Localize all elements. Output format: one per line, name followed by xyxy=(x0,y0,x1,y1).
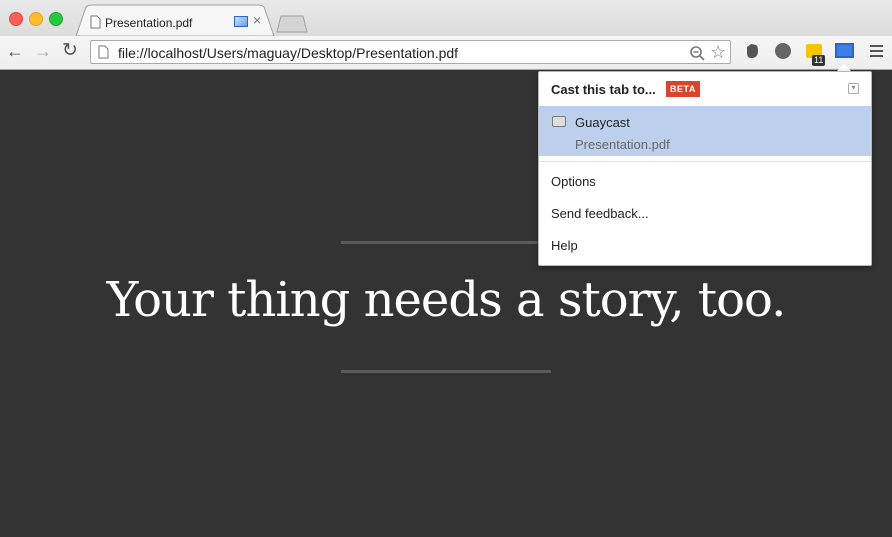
divider-bottom xyxy=(341,370,551,373)
zoom-icon[interactable] xyxy=(689,45,705,61)
cast-device-guaycast[interactable]: Guaycast Presentation.pdf xyxy=(539,106,871,156)
send-feedback-menu-item[interactable]: Send feedback... xyxy=(551,206,649,221)
help-menu-item[interactable]: Help xyxy=(551,238,578,253)
evernote-extension-icon[interactable] xyxy=(744,43,760,59)
back-button[interactable]: ← xyxy=(6,41,24,61)
extension-badge: 11 xyxy=(812,55,826,66)
file-icon xyxy=(98,45,109,59)
tab-title: Presentation.pdf xyxy=(105,16,193,30)
bookmark-star-icon[interactable]: ☆ xyxy=(710,42,726,63)
collapse-icon[interactable]: ▾ xyxy=(848,83,859,94)
tab-close-icon[interactable]: × xyxy=(253,12,261,28)
tab-casting-icon xyxy=(234,16,248,27)
popup-title: Cast this tab to... xyxy=(551,82,656,97)
cast-extension-icon[interactable] xyxy=(835,43,854,58)
tab-strip: Presentation.pdf × xyxy=(0,0,892,36)
address-bar[interactable]: file://localhost/Users/maguay/Desktop/Pr… xyxy=(90,40,731,64)
cast-popup: Cast this tab to... BETA ▾ Guaycast Pres… xyxy=(538,71,872,266)
reload-button[interactable]: ↻ xyxy=(62,41,78,61)
device-name: Guaycast xyxy=(575,115,630,130)
beta-badge: BETA xyxy=(666,81,700,97)
menu-divider xyxy=(539,161,871,162)
new-tab-button[interactable] xyxy=(275,14,309,34)
divider-top xyxy=(341,241,551,244)
device-casting-title: Presentation.pdf xyxy=(575,137,670,152)
slide-headline: Your thing needs a story, too. xyxy=(106,272,787,328)
options-menu-item[interactable]: Options xyxy=(551,174,596,189)
extension-avatar-icon[interactable] xyxy=(775,43,791,59)
forward-button[interactable]: → xyxy=(34,41,52,61)
file-icon xyxy=(90,15,101,29)
chrome-menu-icon[interactable] xyxy=(870,45,883,60)
url-text[interactable]: file://localhost/Users/maguay/Desktop/Pr… xyxy=(118,45,458,61)
cast-device-icon xyxy=(552,116,566,127)
